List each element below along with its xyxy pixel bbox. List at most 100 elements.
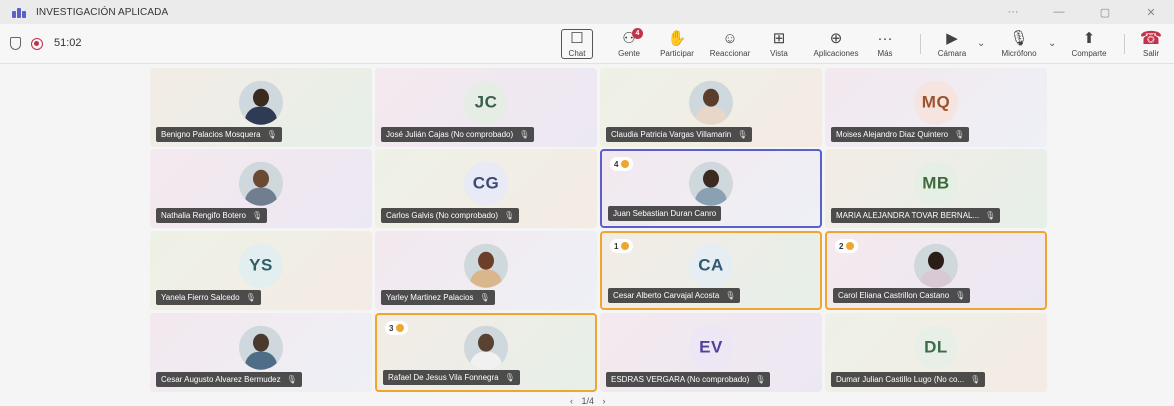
prev-page-icon[interactable]: ‹ [570, 396, 573, 406]
participant-name: MARIA ALEJANDRA TOVAR BERNAL... [836, 211, 980, 220]
view-button[interactable]: ⊞ Vista [764, 24, 794, 64]
participant-tile[interactable]: Claudia Patricia Vargas Villamarin 🎙 [600, 68, 822, 147]
react-label: Reaccionar [709, 48, 751, 58]
participant-name: ESDRAS VERGARA (No comprobado) [611, 375, 750, 384]
react-button[interactable]: ☺ Reaccionar [704, 24, 756, 64]
grid-view-icon: ⊞ [772, 29, 786, 47]
avatar-initials: CG [464, 161, 508, 206]
avatar-initials: MQ [914, 80, 958, 125]
participant-name: Dumar Julian Castillo Lugo (No co... [836, 375, 965, 384]
participant-tile[interactable]: Nathalia Rengifo Botero 🎙 [150, 149, 372, 228]
avatar-photo [239, 80, 283, 125]
mic-muted-icon: 🎙 [479, 293, 490, 302]
people-badge: 4 [632, 28, 643, 39]
people-button[interactable]: ⚇ 4 Gente [612, 24, 646, 64]
maximize-icon[interactable]: ▢ [1082, 6, 1128, 19]
mic-muted-icon: 🎙 [286, 375, 297, 384]
raised-hand-icon [621, 160, 630, 168]
avatar-photo [914, 243, 958, 288]
avatar-head [253, 169, 269, 188]
raised-hand-icon [621, 242, 630, 250]
participant-tile[interactable]: JC José Julián Cajas (No comprobado) 🎙 [375, 68, 597, 147]
avatar-photo [239, 325, 283, 370]
camera-label: Cámara [937, 48, 967, 58]
hand-order-number: 3 [389, 323, 394, 333]
toolbar-divider [1124, 34, 1125, 54]
avatar-photo [239, 161, 283, 206]
window-controls: ··· — ▢ ✕ [990, 0, 1174, 24]
participant-name: Moises Alejandro Diaz Quintero [836, 130, 949, 139]
participant-tile[interactable]: 4 Juan Sebastian Duran Canro [600, 149, 822, 228]
participant-tile[interactable]: 2 Carol Eliana Castrillon Castano 🎙 [825, 231, 1047, 310]
participant-tile[interactable]: 3 Rafael De Jesus Vila Fonnegra 🎙 [375, 313, 597, 392]
participant-name-plate: Yanela Fierro Salcedo 🎙 [156, 290, 261, 305]
participant-name-plate: ESDRAS VERGARA (No comprobado) 🎙 [606, 372, 771, 387]
pagination: ‹ 1/4 › [570, 396, 606, 406]
mic-options-chevron-icon[interactable]: ⌄ [1048, 38, 1056, 49]
avatar-initials: MB [914, 161, 958, 206]
participant-tile[interactable]: EV ESDRAS VERGARA (No comprobado) 🎙 [600, 313, 822, 392]
avatar-head [478, 333, 494, 352]
mic-muted-icon: 🎙 [737, 130, 748, 139]
participant-name-plate: MARIA ALEJANDRA TOVAR BERNAL... 🎙 [831, 208, 1001, 223]
participant-name-plate: Cesar Alberto Carvajal Acosta 🎙 [608, 288, 741, 303]
avatar-body [245, 187, 277, 206]
camera-button[interactable]: ▶ Cámara [932, 24, 972, 64]
avatar-photo [464, 243, 508, 288]
share-button[interactable]: ⬆ Comparte [1064, 24, 1114, 64]
mic-muted-icon: 🎙 [245, 293, 256, 302]
view-label: Vista [770, 48, 788, 58]
participant-name-plate: Yarley Martinez Palacios 🎙 [381, 290, 495, 305]
mic-muted-icon: 🎙 [266, 130, 277, 139]
avatar-head [253, 88, 269, 107]
mic-muted-icon: 🎙 [955, 291, 966, 300]
ellipsis-icon: ··· [877, 29, 893, 47]
meeting-toolbar: 51:02 ☐ Chat ⚇ 4 Gente ✋ Participar ☺ Re… [0, 24, 1174, 64]
participant-name-plate: Juan Sebastian Duran Canro [608, 206, 722, 221]
participant-tile[interactable]: YS Yanela Fierro Salcedo 🎙 [150, 231, 372, 310]
camera-options-chevron-icon[interactable]: ⌄ [977, 38, 985, 49]
smiley-icon: ☺ [722, 29, 738, 47]
raise-hand-icon: ✋ [667, 29, 687, 47]
next-page-icon[interactable]: › [603, 396, 606, 406]
avatar-initials: DL [914, 325, 958, 370]
participant-tile[interactable]: DL Dumar Julian Castillo Lugo (No co... 🎙 [825, 313, 1047, 392]
leave-button[interactable]: ☎ Salir [1138, 24, 1164, 64]
minimize-icon[interactable]: — [1036, 6, 1082, 18]
participant-tile[interactable]: Cesar Augusto Alvarez Bermudez 🎙 [150, 313, 372, 392]
avatar-body [470, 269, 502, 288]
participant-name-plate: Cesar Augusto Alvarez Bermudez 🎙 [156, 372, 302, 387]
apps-label: Aplicaciones [813, 48, 859, 58]
more-options-icon[interactable]: ··· [990, 6, 1036, 18]
mic-button[interactable]: 🎙 Micrófono [994, 24, 1044, 64]
participant-name-plate: Moises Alejandro Diaz Quintero 🎙 [831, 127, 970, 142]
close-icon[interactable]: ✕ [1128, 6, 1174, 19]
participant-name: Cesar Alberto Carvajal Acosta [613, 291, 720, 300]
participant-tile[interactable]: CG Carlos Galvis (No comprobado) 🎙 [375, 149, 597, 228]
hand-order-number: 2 [839, 241, 844, 251]
more-button[interactable]: ··· Más [872, 24, 898, 64]
avatar-head [478, 251, 494, 270]
participant-name: Yanela Fierro Salcedo [161, 293, 240, 302]
shield-icon [10, 37, 21, 50]
hand-order-number: 1 [614, 241, 619, 251]
participant-name: Carol Eliana Castrillon Castano [838, 291, 950, 300]
participant-name: Yarley Martinez Palacios [386, 293, 474, 302]
participant-tile[interactable]: Benigno Palacios Mosquera 🎙 [150, 68, 372, 147]
chat-icon: ☐ [570, 29, 584, 47]
participant-tile[interactable]: MB MARIA ALEJANDRA TOVAR BERNAL... 🎙 [825, 149, 1047, 228]
participant-tile[interactable]: CA 1 Cesar Alberto Carvajal Acosta 🎙 [600, 231, 822, 310]
participant-tile[interactable]: Yarley Martinez Palacios 🎙 [375, 231, 597, 310]
raise-hand-button[interactable]: ✋ Participar [654, 24, 700, 64]
mic-muted-icon: 🎙 [755, 375, 766, 384]
participant-name-plate: Dumar Julian Castillo Lugo (No co... 🎙 [831, 372, 986, 387]
window-title: INVESTIGACIÓN APLICADA [36, 6, 169, 18]
avatar-body [920, 269, 952, 288]
mic-muted-icon: 🎙 [725, 291, 736, 300]
mic-muted-icon: 🎙 [985, 211, 996, 220]
apps-button[interactable]: ⊕ Aplicaciones [806, 24, 866, 64]
more-label: Más [877, 48, 893, 58]
chat-button[interactable]: ☐ Chat [561, 29, 593, 59]
participant-tile[interactable]: MQ Moises Alejandro Diaz Quintero 🎙 [825, 68, 1047, 147]
page-indicator: 1/4 [581, 396, 595, 406]
